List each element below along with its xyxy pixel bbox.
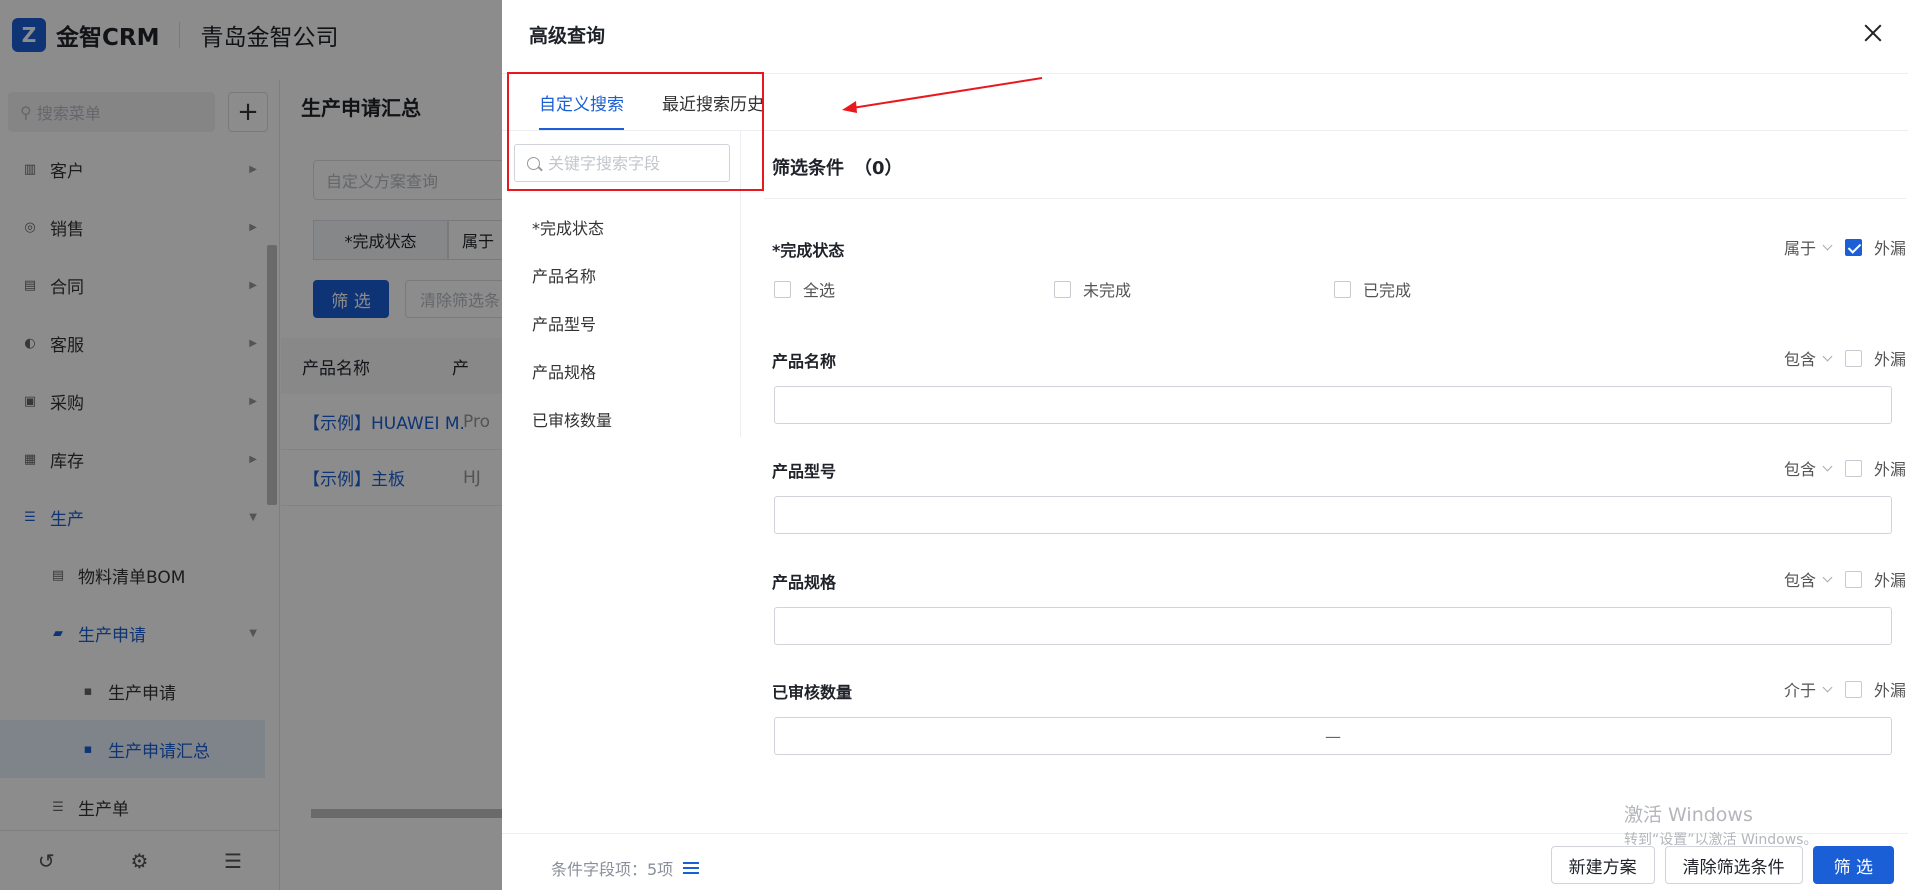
option-select-all[interactable]: 全选 [774,277,1054,301]
option-label: 未完成 [1083,281,1132,300]
product-name-input[interactable] [774,386,1892,424]
exclude-checkbox[interactable] [1844,349,1862,367]
footer-actions: 新建方案 清除筛选条件 筛 选 [1541,846,1894,884]
conditions-count: （0） [854,158,903,179]
exclude-label: 外漏 [1873,350,1906,369]
divider [764,198,1906,199]
operator-value: 包含 [1783,571,1816,590]
option-label: 全选 [803,281,836,300]
condition-controls: 介于 外漏 [1784,677,1906,701]
condition-controls: 属于 外漏 [1784,235,1906,259]
exclude-checkbox[interactable] [1844,680,1862,698]
field-count-text: 条件字段项：5项 [551,860,674,879]
condition-label: 产品名称 [772,352,837,371]
field-list: *完成状态 产品名称 产品型号 产品规格 已审核数量 [532,203,732,443]
clear-conditions-button[interactable]: 清除筛选条件 [1664,846,1803,884]
condition-label: *完成状态 [772,241,845,260]
keyword-search-input[interactable] [548,153,718,173]
exclude-label: 外漏 [1873,239,1906,258]
operator-select[interactable]: 属于 [1783,235,1833,259]
exclude-label: 外漏 [1873,681,1906,700]
chevron-down-icon [1822,461,1833,471]
condition-label: 已审核数量 [772,683,853,702]
operator-select[interactable]: 包含 [1783,456,1833,480]
option-label: 已完成 [1363,281,1412,300]
exclude-checkbox[interactable] [1844,570,1862,588]
field-item-audited-qty[interactable]: 已审核数量 [532,395,732,443]
checkbox[interactable] [1054,280,1071,298]
condition-controls: 包含 外漏 [1784,346,1906,370]
field-item-product-spec[interactable]: 产品规格 [532,347,732,395]
condition-label: 产品型号 [772,462,837,481]
chevron-down-icon [1822,572,1833,582]
option-complete[interactable]: 已完成 [1334,277,1614,301]
chevron-down-icon [1822,351,1833,361]
chevron-down-icon [1822,240,1833,250]
field-settings-icon[interactable] [683,861,700,875]
exclude-checkbox[interactable] [1844,459,1862,477]
conditions-title-text: 筛选条件 [772,158,844,179]
operator-value: 包含 [1783,350,1816,369]
field-item-product-name[interactable]: 产品名称 [532,251,732,299]
divider [502,130,1908,131]
watermark-line2: 转到“设置”以激活 Windows。 [1624,832,1818,848]
conditions-title: 筛选条件 （0） [772,154,903,180]
checkbox[interactable] [774,280,791,298]
watermark-line1: 激活 Windows [1624,804,1753,826]
condition-controls: 包含 外漏 [1784,567,1906,591]
search-icon [527,156,540,170]
checkbox[interactable] [1334,280,1351,298]
filter-submit-button[interactable]: 筛 选 [1812,846,1894,884]
tab-custom-search[interactable]: 自定义搜索 [539,90,624,130]
audited-qty-range-input[interactable]: — [774,717,1892,755]
operator-value: 属于 [1783,239,1816,258]
divider [502,73,1908,74]
exclude-checkbox[interactable] [1844,238,1862,256]
chevron-down-icon [1822,682,1833,692]
field-item-status[interactable]: *完成状态 [532,203,732,251]
new-scheme-button[interactable]: 新建方案 [1550,846,1655,884]
operator-value: 包含 [1783,460,1816,479]
product-spec-input[interactable] [774,607,1892,645]
operator-value: 介于 [1783,681,1816,700]
field-count: 条件字段项：5项 [551,856,700,880]
operator-select[interactable]: 包含 [1783,567,1833,591]
exclude-label: 外漏 [1873,571,1906,590]
product-model-input[interactable] [774,496,1892,534]
exclude-label: 外漏 [1873,460,1906,479]
operator-select[interactable]: 包含 [1783,346,1833,370]
windows-activation-watermark: 激活 Windows 转到“设置”以激活 Windows。 [1624,800,1817,849]
condition-controls: 包含 外漏 [1784,456,1906,480]
operator-select[interactable]: 介于 [1783,677,1833,701]
drawer-title: 高级查询 [529,25,606,47]
tab-recent-history[interactable]: 最近搜索历史 [662,90,764,130]
field-item-product-model[interactable]: 产品型号 [532,299,732,347]
divider [740,131,741,437]
advanced-query-drawer: 高级查询 自定义搜索 最近搜索历史 *完成状态 产品名称 产品型号 产品规格 已… [502,0,1908,890]
search-tabs: 自定义搜索 最近搜索历史 [539,90,802,130]
option-incomplete[interactable]: 未完成 [1054,277,1334,301]
keyword-search-box[interactable] [514,144,730,182]
range-separator: — [1325,726,1341,746]
close-icon[interactable] [1860,20,1886,46]
condition-label: 产品规格 [772,573,837,592]
status-options: 全选 未完成 已完成 [774,277,1614,301]
